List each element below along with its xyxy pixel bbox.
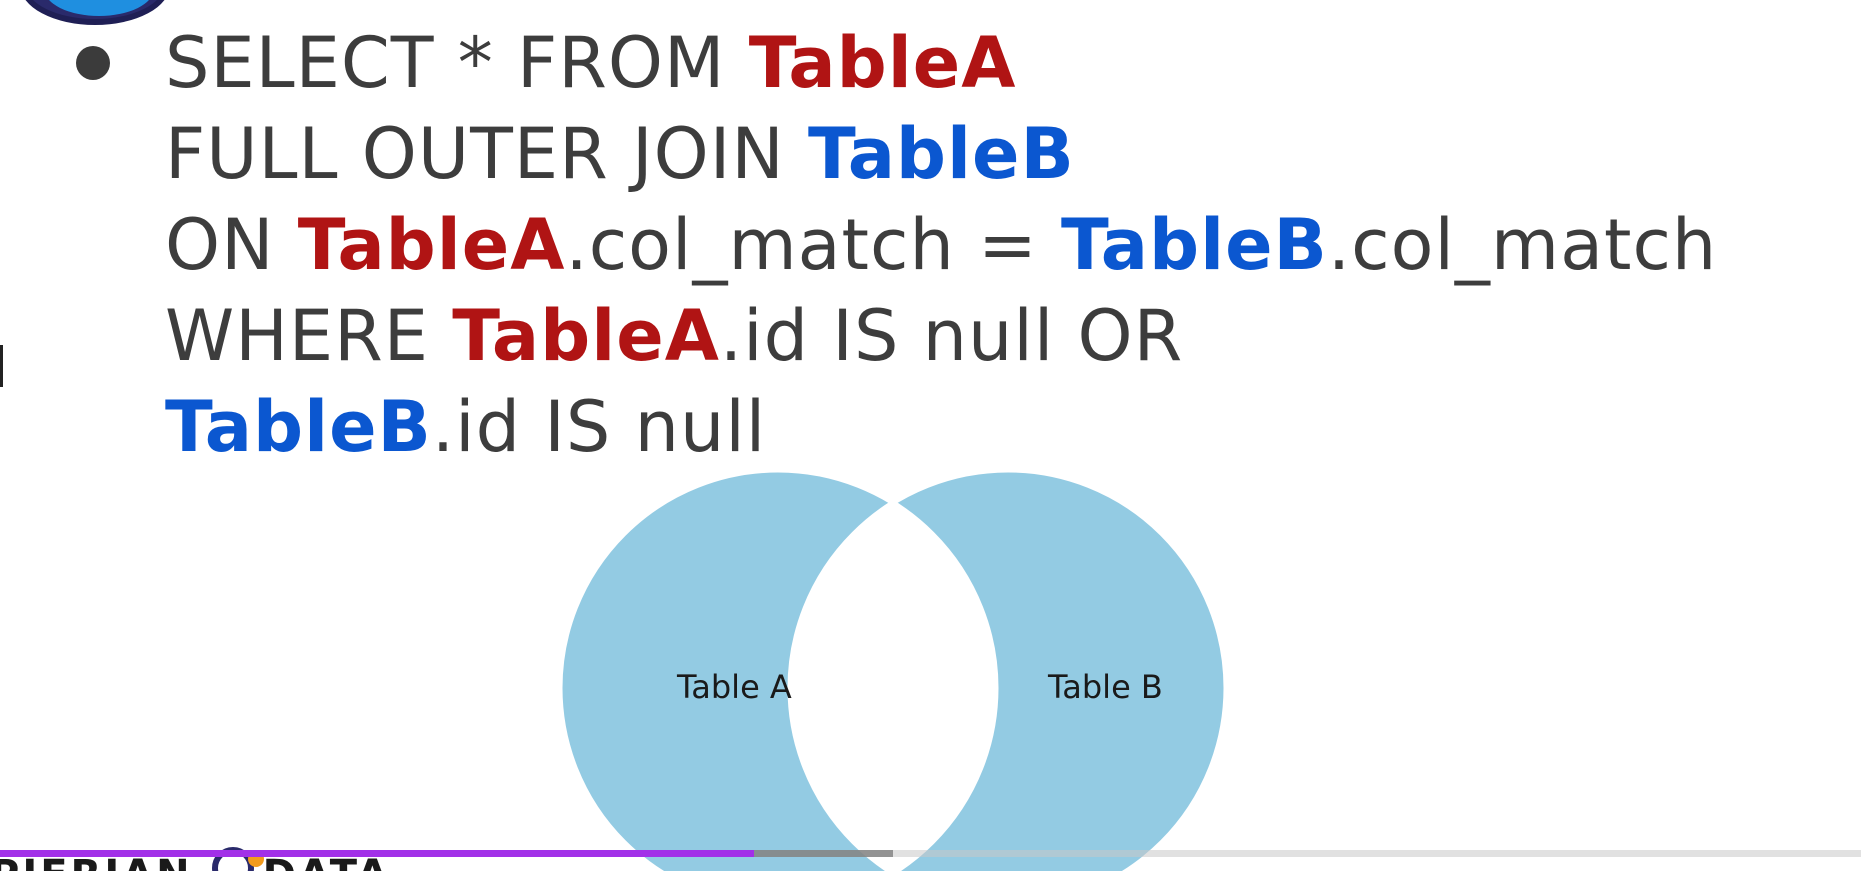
query-token: TableA bbox=[297, 204, 566, 286]
sql-query: SELECT * FROM TableA FULL OUTER JOIN Tab… bbox=[165, 18, 1717, 473]
bullet-icon bbox=[76, 46, 110, 80]
video-played-bar bbox=[0, 850, 754, 857]
query-token: TableA bbox=[748, 22, 1017, 104]
query-line-4: WHERE TableA.id IS null OR bbox=[165, 291, 1717, 382]
query-token: .id IS null OR bbox=[719, 295, 1184, 377]
query-token: WHERE bbox=[165, 295, 453, 377]
query-token: SELECT * FROM bbox=[165, 22, 749, 104]
query-token: .col_match bbox=[1327, 204, 1718, 286]
logo-inner bbox=[44, 0, 154, 16]
venn-diagram: Table A Table B bbox=[560, 470, 1229, 871]
slide-frame: SELECT * FROM TableA FULL OUTER JOIN Tab… bbox=[0, 0, 1861, 871]
query-line-3: ON TableA.col_match = TableB.col_match bbox=[165, 200, 1717, 291]
venn-label-table-a: Table A bbox=[676, 668, 792, 706]
query-line-2: FULL OUTER JOIN TableB bbox=[165, 109, 1717, 200]
query-line-5: TableB.id IS null bbox=[165, 382, 1717, 473]
query-token: TableB bbox=[165, 386, 432, 468]
query-token: TableB bbox=[1061, 204, 1328, 286]
query-token: .col_match = bbox=[565, 204, 1061, 286]
query-token: ON bbox=[165, 204, 298, 286]
query-token: FULL OUTER JOIN bbox=[165, 113, 808, 195]
query-token: TableB bbox=[807, 113, 1075, 195]
edge-mark bbox=[0, 345, 3, 387]
query-token: .id IS null bbox=[431, 386, 767, 468]
query-line-1: SELECT * FROM TableA bbox=[165, 18, 1717, 109]
video-progress-bar[interactable] bbox=[0, 850, 1861, 857]
query-token: TableA bbox=[452, 295, 720, 377]
venn-label-table-b: Table B bbox=[1047, 668, 1163, 706]
logo-icon bbox=[20, 0, 170, 25]
